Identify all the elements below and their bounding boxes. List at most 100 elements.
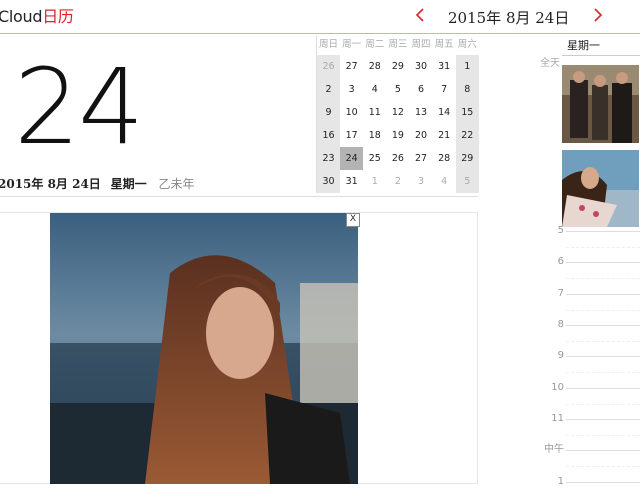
weekday-header: 周一 [342, 39, 362, 50]
half-hour-line [566, 404, 640, 405]
calendar-day[interactable]: 21 [433, 124, 456, 147]
divider [562, 55, 640, 56]
current-date: 2015年 8月 24日 [448, 9, 570, 27]
calendar-day[interactable]: 30 [317, 170, 341, 193]
half-hour-line [566, 310, 640, 311]
half-hour-line [566, 278, 640, 279]
calendar-day[interactable]: 7 [433, 78, 456, 101]
calendar-day[interactable]: 13 [410, 101, 433, 124]
hour-line [566, 419, 640, 420]
calendar-day[interactable]: 4 [363, 78, 386, 101]
hour-label: 11 [551, 413, 564, 424]
calendar-day[interactable]: 18 [363, 124, 386, 147]
calendar-day[interactable]: 26 [386, 147, 409, 170]
calendar-day[interactable]: 28 [363, 55, 386, 78]
weekday-header: 周四 [411, 39, 431, 50]
hour-line [566, 450, 640, 451]
calendar-week: 2 3 4 5 6 7 8 [317, 78, 479, 101]
calendar-day[interactable]: 11 [363, 101, 386, 124]
full-date: 2015年 8月 24日 [0, 177, 101, 191]
calendar-day[interactable]: 30 [410, 55, 433, 78]
hour-label: 1 [557, 476, 564, 487]
divider [0, 196, 318, 197]
half-hour-line [566, 372, 640, 373]
weekday-header: 周日 [319, 39, 339, 50]
calendar-day[interactable]: 5 [386, 78, 409, 101]
divider [316, 196, 478, 197]
day-view: 星期一 全天 5 6 7 8 9 10 11 中午 1 [500, 35, 640, 500]
hour-label: 中午 [544, 444, 564, 455]
ad-photo[interactable] [50, 213, 358, 484]
event-thumbnail[interactable] [562, 65, 639, 143]
half-hour-line [566, 341, 640, 342]
calendar-day[interactable]: 29 [455, 147, 479, 170]
calendar-week: 16 17 18 19 20 21 22 [317, 124, 479, 147]
weekday-label: 星期一 [110, 177, 147, 191]
calendar-day[interactable]: 20 [410, 124, 433, 147]
hour-line [566, 231, 640, 232]
hour-line [566, 294, 640, 295]
hour-line [566, 325, 640, 326]
calendar-day[interactable]: 14 [433, 101, 456, 124]
calendar-day[interactable]: 29 [386, 55, 409, 78]
calendar-day[interactable]: 4 [433, 170, 456, 193]
calendar-day[interactable]: 27 [340, 55, 363, 78]
calendar-day[interactable]: 31 [433, 55, 456, 78]
calendar-week: 23 24 25 26 27 28 29 [317, 147, 479, 170]
half-hour-line [566, 466, 640, 467]
calendar-day[interactable]: 17 [340, 124, 363, 147]
weekday-header: 周五 [434, 39, 454, 50]
calendar-day[interactable]: 10 [340, 101, 363, 124]
calendar-day[interactable]: 16 [317, 124, 341, 147]
full-date-line: 2015年 8月 24日 星期一 乙未年 [0, 175, 195, 193]
calendar-day-selected[interactable]: 24 [340, 147, 364, 170]
calendar-day[interactable]: 8 [455, 78, 479, 101]
chevron-left-icon[interactable] [415, 7, 425, 27]
hour-label: 5 [557, 225, 564, 236]
calendar-day[interactable]: 19 [386, 124, 409, 147]
calendar-day[interactable]: 6 [410, 78, 433, 101]
calendar-day[interactable]: 31 [340, 170, 363, 193]
hour-line [566, 482, 640, 483]
day-view-weekday: 星期一 [567, 39, 600, 52]
calendar-day[interactable]: 27 [410, 147, 433, 170]
calendar-day[interactable]: 2 [317, 78, 341, 101]
big-day-number: 24 [14, 46, 144, 168]
half-hour-line [566, 435, 640, 436]
event-thumbnail[interactable] [562, 150, 639, 227]
calendar-day[interactable]: 12 [386, 101, 409, 124]
calendar-day[interactable]: 1 [455, 55, 479, 78]
hour-label: 9 [557, 350, 564, 361]
hour-label: 7 [557, 288, 564, 299]
weekday-header: 周二 [365, 39, 385, 50]
calendar-day[interactable]: 5 [455, 170, 479, 193]
calendar-day[interactable]: 3 [340, 78, 363, 101]
weekday-header: 周六 [457, 39, 477, 50]
chevron-right-icon[interactable] [593, 7, 603, 27]
calendar-day[interactable]: 15 [455, 101, 479, 124]
calendar-week: 9 10 11 12 13 14 15 [317, 101, 479, 124]
hour-label: 8 [557, 319, 564, 330]
weekday-header: 周三 [388, 39, 408, 50]
calendar-day[interactable]: 25 [363, 147, 386, 170]
hour-line [566, 356, 640, 357]
calendar-day[interactable]: 23 [317, 147, 341, 170]
calendar-day[interactable]: 22 [455, 124, 479, 147]
hour-label: 10 [551, 382, 564, 393]
weekday-header-row: 周日 周一 周二 周三 周四 周五 周六 [317, 35, 479, 55]
calendar-week: 30 31 1 2 3 4 5 [317, 170, 479, 193]
top-bar: Cloud日历 2015年 8月 24日 [0, 0, 640, 34]
calendar-day[interactable]: 2 [386, 170, 409, 193]
close-ad-button[interactable]: X [346, 213, 360, 227]
calendar-day[interactable]: 9 [317, 101, 341, 124]
calendar-day[interactable]: 1 [363, 170, 386, 193]
hour-line [566, 262, 640, 263]
calendar-week: 26 27 28 29 30 31 1 [317, 55, 479, 78]
all-day-label: 全天 [540, 58, 560, 69]
calendar-day[interactable]: 3 [410, 170, 433, 193]
calendar-day[interactable]: 28 [433, 147, 456, 170]
app-name-calendar: 日历 [42, 7, 74, 26]
app-title: Cloud日历 [0, 7, 74, 27]
calendar-day[interactable]: 26 [317, 55, 341, 78]
hour-line [566, 388, 640, 389]
